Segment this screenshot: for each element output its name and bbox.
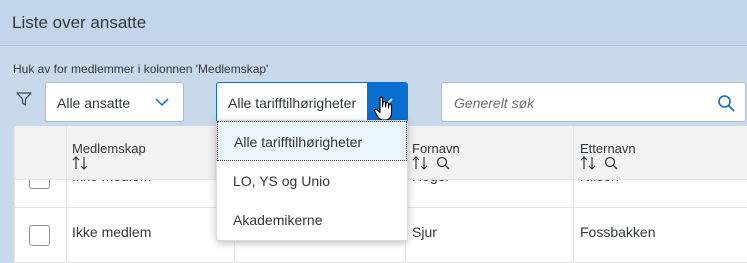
dropdown-option-label: LO, YS og Unio: [233, 173, 331, 189]
sort-icon[interactable]: [72, 156, 88, 170]
tariff-select-value: Alle tarifftilhørigheter: [228, 95, 357, 111]
sort-icon[interactable]: [580, 156, 596, 170]
dropdown-option-label: Akademikerne: [233, 212, 323, 228]
hand-cursor-icon: [373, 96, 393, 121]
fornavn-cell: Sjur: [412, 224, 437, 240]
medlemskap-header-icons: [72, 156, 88, 170]
column-header-etternavn[interactable]: Etternavn: [580, 141, 636, 156]
dropdown-option-lo-ys-unio[interactable]: LO, YS og Unio: [217, 161, 407, 201]
dropdown-option-akademikerne[interactable]: Akademikerne: [217, 200, 407, 240]
row-checkbox[interactable]: [29, 225, 50, 246]
general-search[interactable]: Generelt søk: [441, 82, 746, 122]
search-icon[interactable]: [436, 156, 450, 170]
etternavn-cell: Fossbakken: [580, 224, 656, 240]
hint-text: Huk av for medlemmer i kolonnen 'Medlems…: [13, 62, 269, 76]
search-icon[interactable]: [717, 94, 735, 112]
chevron-down-icon: [155, 98, 169, 107]
etternavn-header-icons: [580, 156, 618, 170]
medlemskap-cell: Ikke medlem: [72, 224, 152, 240]
dropdown-option-label: Alle tarifftilhørigheter: [234, 134, 363, 150]
filter-icon[interactable]: [16, 92, 32, 106]
dropdown-option-alle[interactable]: Alle tarifftilhørigheter: [217, 121, 407, 161]
page-title: Liste over ansatte: [12, 13, 147, 32]
search-icon[interactable]: [604, 156, 618, 170]
employees-select-value: Alle ansatte: [57, 95, 131, 111]
search-input[interactable]: Generelt søk: [454, 95, 534, 111]
fornavn-header-icons: [412, 156, 450, 170]
title-bar: Liste over ansatte: [0, 0, 747, 46]
column-header-fornavn[interactable]: Fornavn: [412, 141, 460, 156]
sort-icon[interactable]: [412, 156, 428, 170]
employees-select[interactable]: Alle ansatte: [45, 82, 184, 122]
column-header-medlemskap[interactable]: Medlemskap: [72, 141, 146, 156]
tariff-dropdown-list: Alle tarifftilhørigheter LO, YS og Unio …: [216, 120, 408, 241]
